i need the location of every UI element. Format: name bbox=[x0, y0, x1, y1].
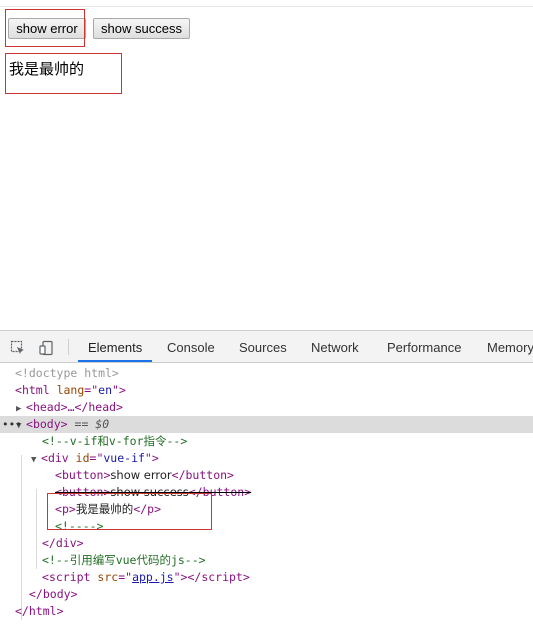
show-error-button[interactable]: show error bbox=[8, 18, 86, 39]
head-tag-name: head bbox=[32, 400, 61, 414]
dom-row-div[interactable]: ▼ <div id="vue-if"> bbox=[0, 450, 533, 467]
body-tag-name: body bbox=[32, 417, 61, 431]
button-tag-name: button bbox=[61, 485, 104, 499]
script-attr-name: src bbox=[97, 570, 119, 584]
button-success-text: show success bbox=[110, 485, 189, 499]
html-close-bracket: "> bbox=[112, 383, 126, 397]
button-close-tag-name: button bbox=[202, 485, 245, 499]
dom-row-empty-comment[interactable]: <!----> bbox=[0, 518, 533, 535]
html-close-tag-name: html bbox=[28, 604, 57, 618]
button-open: < bbox=[55, 468, 62, 482]
dom-tree: <!doctype html> <html lang="en"> ▶ <head>… bbox=[0, 365, 533, 631]
dom-row-button-success[interactable]: <button>show success</button> bbox=[0, 484, 533, 501]
div-close-open: </ bbox=[42, 536, 56, 550]
dom-row-comment-vif[interactable]: <!--v-if和v-for指令--> bbox=[0, 433, 533, 450]
tab-performance[interactable]: Performance bbox=[387, 331, 461, 362]
comment-vif-text: <!--v-if和v-for指令--> bbox=[42, 434, 188, 448]
empty-comment-text: <!----> bbox=[55, 519, 104, 533]
head-open: < bbox=[26, 400, 33, 414]
head-close-tag-name: head bbox=[88, 400, 117, 414]
body-open: < bbox=[26, 417, 33, 431]
doctype-text: <!doctype html> bbox=[15, 366, 119, 380]
dom-row-button-error[interactable]: <button>show error</button> bbox=[0, 467, 533, 484]
div-attr-value: vue-if bbox=[103, 451, 145, 465]
dom-row-script[interactable]: <script src="app.js"></script> bbox=[0, 569, 533, 586]
script-open: < bbox=[42, 570, 49, 584]
tab-console[interactable]: Console bbox=[167, 331, 215, 362]
tab-network[interactable]: Network bbox=[311, 331, 359, 362]
device-toolbar-icon[interactable] bbox=[39, 340, 55, 356]
script-gt: "></ bbox=[173, 570, 202, 584]
script-close-tag-name: script bbox=[201, 570, 243, 584]
div-eq: =" bbox=[89, 451, 104, 465]
p-close-open: </ bbox=[133, 502, 148, 516]
p-open: < bbox=[55, 502, 62, 516]
button-close-tag-name: button bbox=[185, 468, 228, 482]
html-attr-value: en bbox=[98, 383, 112, 397]
html-eq: =" bbox=[84, 383, 99, 397]
script-close-gt: > bbox=[242, 570, 250, 584]
div-close-tag-name: div bbox=[55, 536, 77, 550]
html-open-bracket: < bbox=[15, 383, 22, 397]
p-text: 我是最帅的 bbox=[75, 502, 134, 516]
dom-row-div-close[interactable]: </div> bbox=[0, 535, 533, 552]
page-viewport: show error show success 我是最帅的 bbox=[0, 0, 533, 330]
script-tag-name: script bbox=[48, 570, 91, 584]
button-close-open: </ bbox=[171, 468, 186, 482]
body-close-tag-name: body bbox=[42, 587, 71, 601]
div-open: < bbox=[41, 451, 48, 465]
dom-row-doctype[interactable]: <!doctype html> bbox=[0, 365, 533, 382]
button-tag-name: button bbox=[61, 468, 104, 482]
tab-sources[interactable]: Sources bbox=[239, 331, 287, 362]
toolbar-separator bbox=[68, 339, 69, 355]
html-close-open: </ bbox=[15, 604, 29, 618]
dom-row-html-close[interactable]: </html> bbox=[0, 603, 533, 620]
html-tag-name: html bbox=[21, 383, 50, 397]
tab-memory[interactable]: Memory bbox=[487, 331, 533, 362]
dom-row-p[interactable]: <p>我是最帅的</p> bbox=[0, 501, 533, 518]
button-close-gt: > bbox=[244, 485, 252, 499]
script-src-link[interactable]: app.js bbox=[132, 570, 174, 584]
tab-elements[interactable]: Elements bbox=[78, 331, 153, 362]
devtools-toolbar: Elements Console Sources Network Perform… bbox=[0, 331, 533, 363]
comment-js-text: <!--引用编写vue代码的js--> bbox=[42, 553, 206, 567]
rendered-paragraph: 我是最帅的 bbox=[9, 60, 85, 78]
div-attr-name: id bbox=[75, 451, 90, 465]
button-error-text: show error bbox=[110, 468, 172, 482]
button-close-open: </ bbox=[188, 485, 203, 499]
selected-marker: == $0 bbox=[74, 417, 110, 431]
button-close-gt: > bbox=[227, 468, 234, 482]
dom-row-html[interactable]: <html lang="en"> bbox=[0, 382, 533, 399]
show-success-button[interactable]: show success bbox=[93, 18, 190, 39]
head-ellipsis: >…</ bbox=[60, 400, 89, 414]
div-tag-name: div bbox=[47, 451, 69, 465]
head-close: > bbox=[116, 400, 123, 414]
p-close-gt: > bbox=[154, 502, 162, 516]
viewport-top-border bbox=[0, 6, 533, 7]
dom-row-body-selected[interactable]: ••• ▼ <body> == $0 bbox=[0, 416, 533, 433]
body-close-bracket: > bbox=[60, 417, 68, 431]
dom-row-body-close[interactable]: </body> bbox=[0, 586, 533, 603]
dom-row-comment-js[interactable]: <!--引用编写vue代码的js--> bbox=[0, 552, 533, 569]
p-tag-name: p bbox=[61, 502, 69, 516]
p-gt: > bbox=[68, 502, 76, 516]
more-options-icon[interactable]: ••• bbox=[2, 416, 22, 433]
dom-row-head[interactable]: ▶ <head>…</head> bbox=[0, 399, 533, 416]
devtools-panel: Elements Console Sources Network Perform… bbox=[0, 330, 533, 631]
div-close-bracket: "> bbox=[144, 451, 159, 465]
html-attr-name: lang bbox=[56, 383, 85, 397]
script-eq: =" bbox=[118, 570, 133, 584]
body-close-gt: > bbox=[70, 587, 78, 601]
body-close-open: </ bbox=[29, 587, 43, 601]
div-close-gt: > bbox=[76, 536, 84, 550]
inspect-element-icon[interactable] bbox=[10, 340, 26, 356]
html-close-gt: > bbox=[56, 604, 64, 618]
button-open: < bbox=[55, 485, 62, 499]
